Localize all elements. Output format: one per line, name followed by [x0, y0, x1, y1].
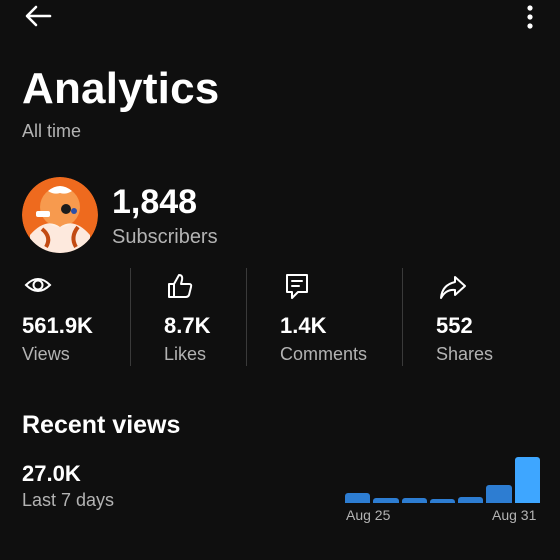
comments-value: 1.4K: [280, 313, 327, 338]
more-vertical-icon: [527, 5, 533, 29]
comment-icon: [286, 274, 308, 299]
shares-stat-icon: [438, 274, 468, 300]
share-icon: [440, 276, 466, 299]
recent-views-period: Last 7 days: [22, 490, 115, 510]
recent-views-title: Recent views: [22, 411, 181, 439]
chart-bar: [514, 457, 540, 503]
comments-stat-icon: [284, 272, 310, 300]
chart-bar: [401, 497, 427, 503]
recent-views-chart[interactable]: [345, 455, 540, 503]
eye-icon: [24, 278, 52, 292]
stat-divider: [246, 268, 247, 366]
chart-bar: [429, 498, 456, 503]
likes-stat-icon: [166, 272, 194, 300]
shares-label: Shares: [436, 344, 494, 364]
chart-bar: [373, 497, 399, 503]
arrow-left-icon: [25, 5, 52, 27]
subscriber-label: Subscribers: [112, 226, 218, 248]
stat-divider: [130, 268, 131, 366]
views-stat-icon: [24, 274, 52, 296]
chart-bar: [486, 484, 512, 503]
subscriber-count: 1,848: [112, 183, 198, 221]
chart-bar: [458, 496, 484, 503]
recent-views-value: 27.0K: [22, 461, 81, 486]
comments-label: Comments: [280, 344, 368, 364]
chart-tick-end: Aug 31: [492, 507, 537, 523]
views-label: Views: [22, 344, 70, 364]
likes-value: 8.7K: [164, 313, 211, 338]
page-subtitle: All time: [22, 121, 82, 141]
likes-label: Likes: [164, 344, 207, 364]
stat-divider: [402, 268, 403, 366]
back-button[interactable]: [24, 4, 52, 28]
page-title: Analytics: [22, 64, 220, 113]
thumbs-up-icon: [168, 274, 193, 298]
chart-tick-start: Aug 25: [346, 507, 391, 523]
chart-bar: [345, 492, 371, 503]
views-value: 561.9K: [22, 313, 93, 338]
channel-avatar: [22, 177, 98, 253]
shares-value: 552: [436, 313, 473, 338]
more-options-button[interactable]: [522, 5, 538, 29]
